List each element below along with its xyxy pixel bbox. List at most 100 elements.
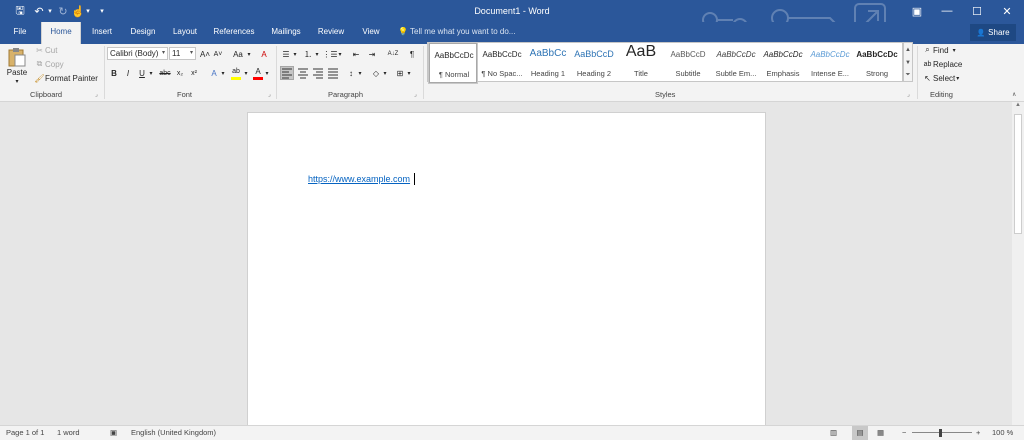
tab-design[interactable]: Design xyxy=(124,22,162,44)
paste-dropdown-icon[interactable]: ▾ xyxy=(5,78,29,85)
cut-button[interactable]: ✂ Cut xyxy=(34,44,57,56)
chevron-down-icon[interactable]: ▾ xyxy=(220,66,226,80)
collapse-ribbon-icon[interactable]: ∧ xyxy=(1012,91,1016,98)
style-emphasis[interactable]: AaBbCcDc Emphasis xyxy=(759,43,807,83)
document-page[interactable]: https://www.example.com xyxy=(247,112,766,440)
tab-file[interactable]: File xyxy=(4,22,36,44)
increase-indent-button[interactable]: ⇥ xyxy=(366,47,378,61)
hyperlink-text[interactable]: https://www.example.com xyxy=(308,174,410,184)
select-button[interactable]: ↖ Select ▾ xyxy=(922,72,959,84)
borders-button[interactable]: ⊞ xyxy=(394,66,406,80)
language-indicator[interactable]: English (United Kingdom) xyxy=(131,426,216,440)
clear-formatting-button[interactable]: A xyxy=(258,47,270,61)
zoom-slider-handle[interactable] xyxy=(939,429,942,437)
font-color-icon: A xyxy=(255,66,261,76)
style-title[interactable]: AaB Title xyxy=(617,43,665,83)
styles-launcher-icon[interactable]: ⌟ xyxy=(907,91,910,98)
replace-icon: ab xyxy=(923,60,932,68)
sort-button[interactable]: A↓Z xyxy=(386,47,400,61)
more-styles-icon[interactable]: ⏷ xyxy=(904,69,912,82)
close-icon[interactable]: ✕ xyxy=(992,0,1022,22)
style-subtle-emphasis[interactable]: AaBbCcDc Subtle Em... xyxy=(712,43,760,83)
numbering-button[interactable]: ⒈ xyxy=(302,47,314,61)
bold-button[interactable]: B xyxy=(108,66,120,80)
font-color-button[interactable]: A xyxy=(252,66,264,80)
subscript-button[interactable]: x₂ xyxy=(174,66,186,80)
superscript-button[interactable]: x² xyxy=(188,66,200,80)
font-size-combo[interactable]: 11 ▾ xyxy=(169,47,196,60)
line-spacing-button[interactable]: ↕ xyxy=(345,66,357,80)
paragraph-launcher-icon[interactable]: ⌟ xyxy=(414,91,417,98)
proofing-icon[interactable]: ▣ xyxy=(110,426,117,440)
web-layout-icon[interactable]: ▦ xyxy=(877,426,884,440)
replace-button[interactable]: ab Replace xyxy=(922,58,963,70)
tab-review[interactable]: Review xyxy=(312,22,350,44)
zoom-slider[interactable] xyxy=(912,432,972,433)
chevron-down-icon[interactable]: ▾ xyxy=(382,66,388,80)
ribbon-display-options-icon[interactable]: ▣ xyxy=(902,0,932,22)
chevron-down-icon[interactable]: ▾ xyxy=(292,47,298,61)
align-right-button[interactable] xyxy=(311,66,325,80)
style-no-spacing[interactable]: AaBbCcDc ¶ No Spac... xyxy=(478,43,526,83)
style-intense-emphasis[interactable]: AaBbCcDc Intense E... xyxy=(806,43,854,83)
chevron-down-icon[interactable]: ▾ xyxy=(148,66,154,80)
tab-insert[interactable]: Insert xyxy=(84,22,120,44)
style-heading-1[interactable]: AaBbCc Heading 1 xyxy=(524,43,572,83)
share-button[interactable]: 👤 Share xyxy=(970,24,1016,41)
scroll-down-icon[interactable]: ▼ xyxy=(904,56,912,69)
vertical-scrollbar[interactable]: ▲ xyxy=(1012,102,1024,425)
tell-me-box[interactable]: 💡 Tell me what you want to do... xyxy=(398,22,515,44)
scroll-up-icon[interactable]: ▲ xyxy=(1012,102,1024,112)
font-launcher-icon[interactable]: ⌟ xyxy=(268,91,271,98)
tab-view[interactable]: View xyxy=(354,22,388,44)
scroll-up-icon[interactable]: ▲ xyxy=(904,43,912,56)
grow-font-button[interactable]: A˄ xyxy=(199,47,211,61)
font-name-combo[interactable]: Calibri (Body) ▾ xyxy=(107,47,168,60)
style-subtitle[interactable]: AaBbCcD Subtitle xyxy=(664,43,712,83)
find-button[interactable]: ⌕ Find ▾ xyxy=(922,44,955,56)
zoom-level[interactable]: 100 % xyxy=(992,426,1013,440)
word-count[interactable]: 1 word xyxy=(57,426,80,440)
format-painter-button[interactable]: 🖌 Format Painter xyxy=(34,72,97,84)
style-strong[interactable]: AaBbCcDc Strong xyxy=(853,43,901,83)
text-effects-button[interactable]: A xyxy=(208,66,220,80)
change-case-button[interactable]: Aa xyxy=(230,47,246,61)
italic-button[interactable]: I xyxy=(122,66,134,80)
scrollbar-thumb[interactable] xyxy=(1014,114,1022,234)
chevron-down-icon[interactable]: ▾ xyxy=(314,47,320,61)
print-layout-icon[interactable]: ▤ xyxy=(852,426,868,440)
tab-references[interactable]: References xyxy=(208,22,260,44)
paste-button[interactable]: Paste ▾ xyxy=(5,47,29,87)
style-normal[interactable]: AaBbCcDc ¶ Normal xyxy=(428,42,478,84)
clipboard-launcher-icon[interactable]: ⌟ xyxy=(95,91,98,98)
chevron-down-icon[interactable]: ▾ xyxy=(246,47,252,61)
tab-home[interactable]: Home xyxy=(41,22,81,44)
multilevel-list-button[interactable]: ⋮☰ xyxy=(322,47,337,61)
underline-button[interactable]: U xyxy=(136,66,148,80)
style-heading-2[interactable]: AaBbCcD Heading 2 xyxy=(570,43,618,83)
chevron-down-icon[interactable]: ▾ xyxy=(264,66,270,80)
read-mode-icon[interactable]: ▥ xyxy=(830,426,837,440)
decrease-indent-button[interactable]: ⇤ xyxy=(350,47,362,61)
zoom-out-button[interactable]: − xyxy=(902,426,906,440)
tab-layout[interactable]: Layout xyxy=(166,22,204,44)
strikethrough-button[interactable]: abc xyxy=(157,66,173,80)
align-left-button[interactable] xyxy=(280,66,294,80)
chevron-down-icon[interactable]: ▾ xyxy=(243,66,249,80)
bullets-button[interactable]: ☰ xyxy=(280,47,292,61)
chevron-down-icon[interactable]: ▾ xyxy=(406,66,412,80)
copy-button[interactable]: ⧉ Copy xyxy=(34,58,64,70)
justify-button[interactable] xyxy=(326,66,340,80)
shading-button[interactable]: ◇ xyxy=(370,66,382,80)
maximize-icon[interactable]: ☐ xyxy=(962,0,992,22)
align-center-button[interactable] xyxy=(296,66,310,80)
minimize-icon[interactable]: — xyxy=(932,0,962,22)
page-count[interactable]: Page 1 of 1 xyxy=(6,426,44,440)
chevron-down-icon[interactable]: ▾ xyxy=(357,66,363,80)
shrink-font-button[interactable]: A˅ xyxy=(212,47,224,61)
chevron-down-icon[interactable]: ▾ xyxy=(337,47,343,61)
show-formatting-marks-button[interactable]: ¶ xyxy=(406,47,418,61)
highlight-button[interactable]: ab xyxy=(229,66,243,80)
tab-mailings[interactable]: Mailings xyxy=(264,22,308,44)
zoom-in-button[interactable]: + xyxy=(976,426,980,440)
